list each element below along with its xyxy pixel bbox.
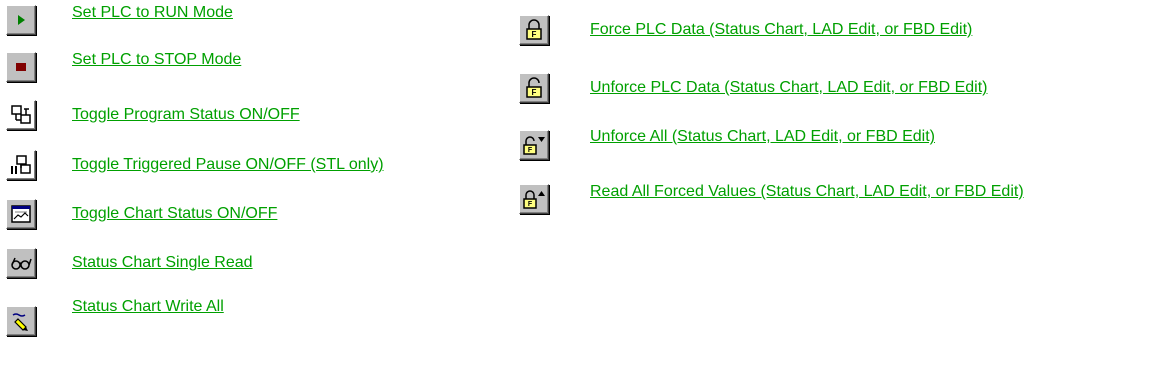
unforce-all-button[interactable]: F [519, 130, 549, 160]
chart-status-button[interactable] [6, 199, 36, 229]
triggered-pause-icon [10, 154, 32, 176]
stop-link[interactable]: Set PLC to STOP Mode [72, 51, 241, 69]
chart-status-link[interactable]: Toggle Chart Status ON/OFF [72, 205, 277, 223]
unforce-all-icon: F [522, 134, 546, 156]
force-button[interactable]: F [519, 15, 549, 45]
list-item-unforce: F Unforce PLC Data (Status Chart, LAD Ed… [519, 68, 987, 108]
glasses-icon [9, 253, 33, 273]
list-item-write-all: Status Chart Write All [6, 292, 224, 336]
list-item-force: F Force PLC Data (Status Chart, LAD Edit… [519, 10, 972, 50]
svg-text:F: F [528, 201, 533, 208]
program-status-icon [10, 104, 32, 126]
single-read-button[interactable] [6, 248, 36, 278]
unlock-icon: F [524, 77, 544, 99]
read-forced-link[interactable]: Read All Forced Values (Status Chart, LA… [590, 183, 1024, 201]
list-item-chart-status: Toggle Chart Status ON/OFF [6, 194, 277, 234]
unforce-all-link[interactable]: Unforce All (Status Chart, LAD Edit, or … [590, 128, 935, 146]
stop-button[interactable] [6, 52, 36, 82]
force-link[interactable]: Force PLC Data (Status Chart, LAD Edit, … [590, 21, 972, 39]
lock-icon: F [524, 19, 544, 41]
list-item-run: Set PLC to RUN Mode [6, 0, 233, 40]
svg-text:F: F [528, 147, 533, 154]
program-status-button[interactable] [6, 100, 36, 130]
run-link[interactable]: Set PLC to RUN Mode [72, 4, 233, 22]
stop-icon [14, 60, 28, 74]
list-item-single-read: Status Chart Single Read [6, 243, 253, 283]
list-item-read-forced: F Read All Forced Values (Status Chart, … [519, 179, 1024, 219]
svg-text:F: F [532, 88, 537, 97]
single-read-link[interactable]: Status Chart Single Read [72, 254, 253, 272]
list-item-stop: Set PLC to STOP Mode [6, 47, 241, 87]
pen-write-icon [10, 310, 32, 332]
read-forced-button[interactable]: F [519, 184, 549, 214]
unforce-button[interactable]: F [519, 73, 549, 103]
triggered-pause-button[interactable] [6, 150, 36, 180]
write-all-button[interactable] [6, 306, 36, 336]
run-icon [14, 13, 28, 27]
list-item-triggered-pause: Toggle Triggered Pause ON/OFF (STL only) [6, 145, 384, 185]
program-status-link[interactable]: Toggle Program Status ON/OFF [72, 106, 300, 124]
list-item-program-status: Toggle Program Status ON/OFF [6, 95, 300, 135]
svg-text:F: F [532, 30, 537, 39]
unforce-link[interactable]: Unforce PLC Data (Status Chart, LAD Edit… [590, 79, 987, 97]
read-forced-icon: F [522, 188, 546, 210]
chart-status-icon [10, 203, 32, 225]
run-button[interactable] [6, 5, 36, 35]
list-item-unforce-all: F Unforce All (Status Chart, LAD Edit, o… [519, 125, 935, 165]
triggered-pause-link[interactable]: Toggle Triggered Pause ON/OFF (STL only) [72, 156, 384, 174]
write-all-link[interactable]: Status Chart Write All [72, 298, 224, 316]
